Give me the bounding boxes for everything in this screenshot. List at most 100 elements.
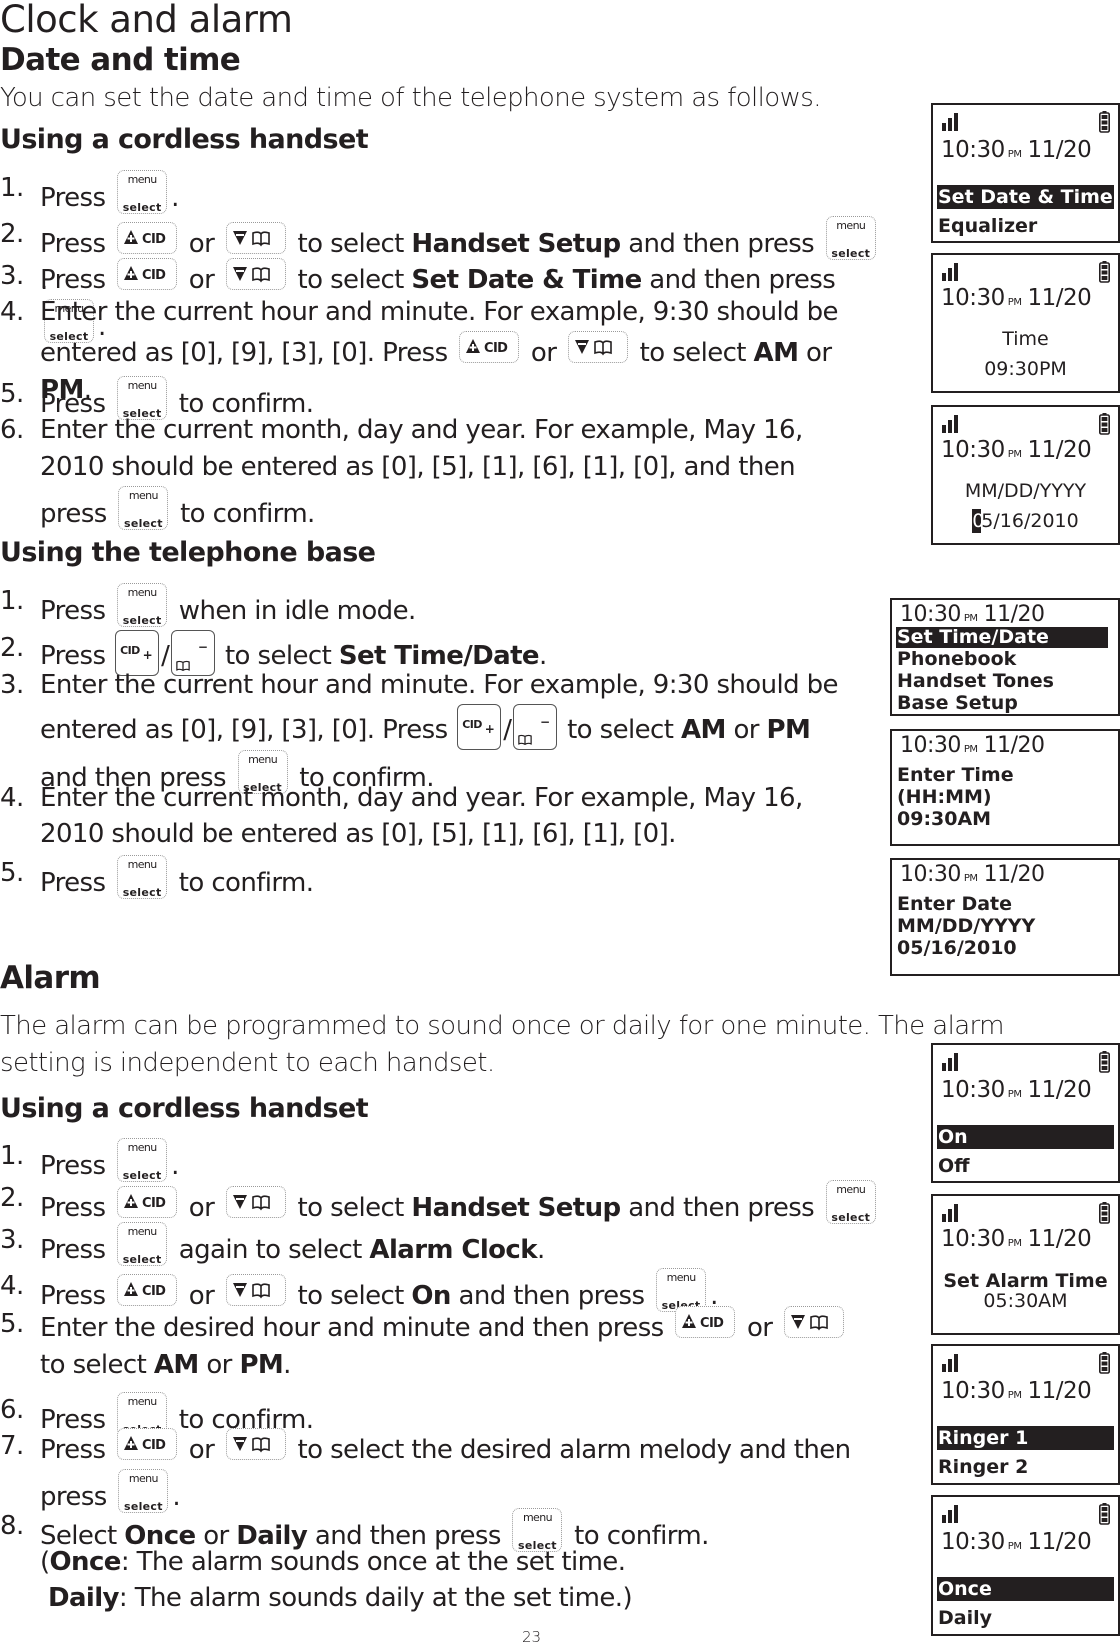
lcd-row: 05/16/2010 bbox=[897, 937, 1017, 959]
menu-select-key-icon: menuselect bbox=[117, 170, 168, 214]
step-text: Press bbox=[40, 229, 106, 259]
lcd-row: Phonebook bbox=[897, 648, 1017, 670]
step-text: . bbox=[536, 1235, 545, 1265]
step-number: 5. bbox=[0, 379, 24, 409]
menu-item-name: Set Date & Time bbox=[411, 265, 642, 295]
step-number: 1. bbox=[0, 173, 24, 203]
lcd-screen-set-date-time: 10:30 PM 11/20 Set Date & Time Equalizer bbox=[931, 103, 1120, 243]
step-text: Press bbox=[40, 1193, 106, 1223]
lcd-clock: 10:30 PM 11/20 bbox=[900, 733, 1045, 758]
lcd-row: Off bbox=[938, 1155, 970, 1177]
battery-icon bbox=[1099, 1352, 1110, 1374]
step-text: or bbox=[530, 338, 557, 368]
lcd-row-selected: Set Time/Date bbox=[896, 627, 1108, 648]
battery-icon bbox=[1099, 261, 1110, 283]
step-text: / bbox=[503, 715, 512, 745]
step-text: or bbox=[188, 1435, 215, 1465]
alarm-handset-heading: Using a cordless handset bbox=[0, 1093, 369, 1124]
battery-icon bbox=[1099, 1503, 1110, 1525]
step-text: or bbox=[206, 1350, 232, 1380]
lcd-alarm-ringer: 10:30 PM 11/20 Ringer 1 Ringer 2 bbox=[931, 1344, 1120, 1485]
step-number: 2. bbox=[0, 219, 24, 249]
menu-select-key-icon: menuselect bbox=[118, 1469, 169, 1513]
menu-select-key-icon: menuselect bbox=[825, 1180, 876, 1224]
menu-select-key-icon: menuselect bbox=[118, 486, 169, 530]
battery-icon bbox=[1099, 1051, 1110, 1073]
step-number: 3. bbox=[0, 261, 24, 291]
paren: ( bbox=[40, 1547, 50, 1577]
step-text: Press bbox=[40, 1435, 106, 1465]
signal-icon bbox=[942, 263, 958, 281]
lcd-clock: 10:30 PM 11/20 bbox=[941, 1077, 1092, 1103]
date-time-intro: You can set the date and time of the tel… bbox=[0, 83, 821, 113]
lcd-row-selected: Ringer 1 bbox=[937, 1426, 1114, 1450]
step-text: or bbox=[188, 265, 215, 295]
step-text: Enter the current month, day and year. F… bbox=[40, 783, 803, 849]
step-text: and then press bbox=[628, 229, 815, 259]
step-text: to select bbox=[567, 715, 674, 745]
lcd-row: (HH:MM) bbox=[897, 786, 992, 808]
lcd-value: 05/16/2010 bbox=[972, 509, 1079, 533]
step-number: 1. bbox=[0, 586, 24, 616]
up-cid-key-icon bbox=[117, 222, 178, 254]
step-text: to select bbox=[297, 265, 405, 295]
step-text: or bbox=[188, 229, 215, 259]
step-number: 2. bbox=[0, 633, 24, 663]
note-text: : The alarm sounds once at the set time. bbox=[120, 1547, 626, 1577]
step-text: to select bbox=[40, 1350, 147, 1380]
step-number: 3. bbox=[0, 1225, 24, 1255]
step-text: to confirm. bbox=[178, 868, 314, 898]
step-text: and then press bbox=[649, 265, 836, 295]
step-text: Press bbox=[40, 183, 106, 213]
step-text: to confirm. bbox=[180, 499, 315, 529]
signal-icon bbox=[942, 415, 958, 433]
lcd-row: Ringer 2 bbox=[938, 1456, 1029, 1478]
alarm-step-1: 1. Press menu select. bbox=[0, 1138, 880, 1185]
signal-icon bbox=[942, 1053, 958, 1071]
alarm-heading: Alarm bbox=[0, 960, 101, 996]
down-phonebook-key-icon bbox=[225, 222, 286, 254]
step-text: Press bbox=[40, 1235, 106, 1265]
lcd-clock: 10:30 PM 11/20 bbox=[941, 1529, 1092, 1555]
page-number: 23 bbox=[522, 1628, 542, 1646]
menu-select-key-icon: menuselect bbox=[117, 1222, 168, 1266]
handset-date-step-1: 1. Press menu select. bbox=[0, 170, 880, 217]
lcd-row: Enter Date bbox=[897, 893, 1013, 915]
handset-date-heading: Using a cordless handset bbox=[0, 124, 369, 155]
step-text: . bbox=[171, 1151, 179, 1181]
step-number: 5. bbox=[0, 1309, 24, 1339]
down-phonebook-key-icon bbox=[225, 1428, 286, 1460]
base-date-heading: Using the telephone base bbox=[0, 537, 376, 568]
step-text: when in idle mode. bbox=[178, 596, 416, 626]
lcd-row-selected: Once bbox=[937, 1577, 1114, 1601]
lcd-screen-time: 10:30 PM 11/20 Time 09:30PM bbox=[931, 253, 1120, 393]
step-text: or bbox=[188, 1193, 215, 1223]
step-number: 6. bbox=[0, 415, 24, 445]
step-text: or bbox=[806, 338, 832, 368]
down-phonebook-key-icon bbox=[784, 1306, 845, 1338]
lcd-label: Time bbox=[1002, 328, 1049, 350]
lcd-row: Base Setup bbox=[897, 692, 1018, 714]
up-cid-key-icon bbox=[117, 1428, 178, 1460]
base-phonebook-minus-key-icon: − bbox=[513, 704, 558, 750]
menu-item-name: Handset Setup bbox=[411, 229, 621, 259]
signal-icon bbox=[942, 113, 958, 131]
step-text: Press bbox=[40, 265, 106, 295]
down-phonebook-key-icon bbox=[567, 331, 628, 363]
step-text: Press bbox=[40, 1151, 106, 1181]
base-date-step-3: 3. Enter the current hour and minute. Fo… bbox=[0, 666, 840, 797]
alarm-intro: The alarm can be programmed to sound onc… bbox=[0, 1011, 1004, 1078]
up-cid-key-icon bbox=[117, 1186, 178, 1218]
lcd-clock: 10:30 PM 11/20 bbox=[941, 285, 1092, 311]
lcd-value: 05:30AM bbox=[983, 1290, 1068, 1312]
menu-select-key-icon: menuselect bbox=[117, 1138, 168, 1182]
up-cid-key-icon bbox=[117, 258, 178, 290]
alarm-step-3: 3. Press menu select again to select Alar… bbox=[0, 1222, 880, 1269]
lcd-row-selected: Set Date & Time bbox=[937, 185, 1114, 209]
step-text: and then press bbox=[628, 1193, 815, 1223]
step-number: 4. bbox=[0, 783, 24, 813]
alarm-once-note: (Once: The alarm sounds once at the set … bbox=[40, 1544, 920, 1581]
lcd-base-menu: 10:30 PM 11/20 Set Time/Date Phonebook Han… bbox=[890, 598, 1120, 716]
step-text: to select bbox=[297, 1193, 405, 1223]
date-time-heading: Date and time bbox=[0, 42, 241, 78]
